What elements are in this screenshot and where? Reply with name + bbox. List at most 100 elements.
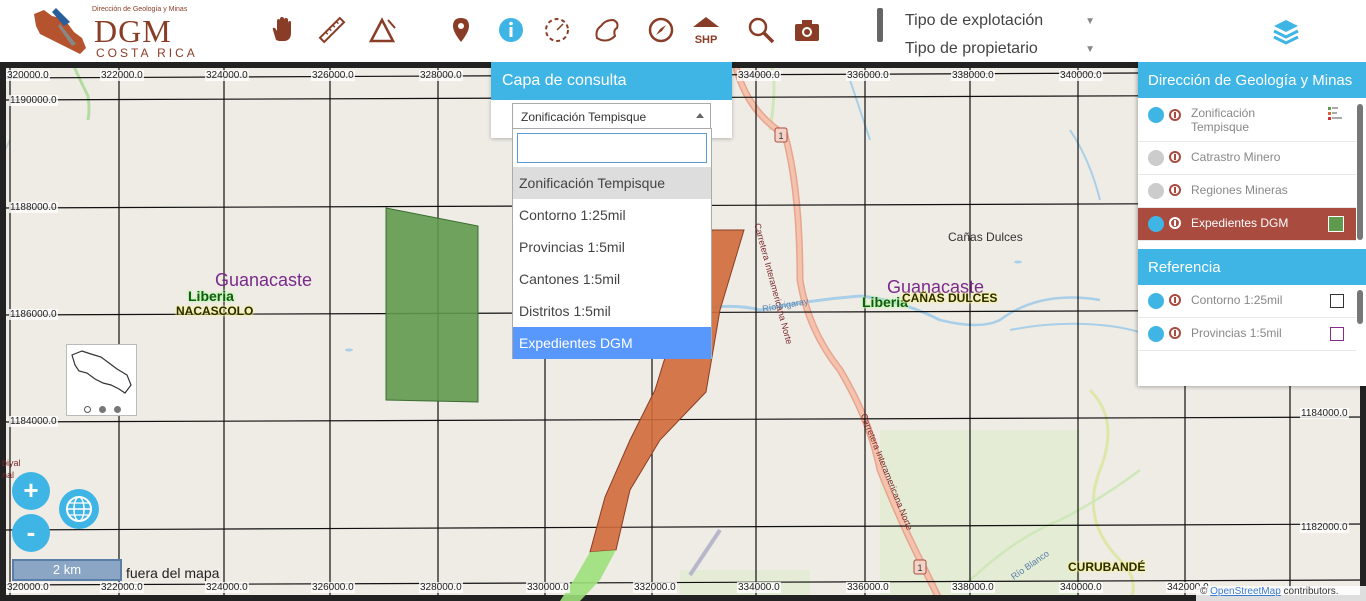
x-coord-bottom-label: 336000.0 xyxy=(846,582,890,593)
info-button[interactable] xyxy=(495,13,527,47)
layer-panel-scrollbar[interactable] xyxy=(1357,104,1363,240)
pan-hand-button[interactable] xyxy=(265,13,297,47)
layer-name: Zonificación Tempisque xyxy=(1191,106,1256,134)
screenshot-button[interactable] xyxy=(791,13,823,47)
visibility-toggle[interactable] xyxy=(1148,150,1164,166)
overview-page-dot[interactable] xyxy=(84,406,91,413)
place-label-liberia: Liberia xyxy=(188,288,234,304)
x-coord-label: 326000.0 xyxy=(311,70,355,81)
overview-page-dot[interactable] xyxy=(99,406,106,413)
place-label-curubande: CURUBANDÉ xyxy=(1068,560,1146,574)
locate-point-button[interactable] xyxy=(445,13,477,47)
layer-row-regiones[interactable]: Regiones Mineras xyxy=(1138,175,1356,208)
draw-circle-button[interactable] xyxy=(541,13,573,47)
x-coord-bottom-label: 330000.0 xyxy=(526,582,570,593)
y-coord-right-label: 1184000.0 xyxy=(1300,408,1349,419)
logo-small-text: Dirección de Geología y Minas xyxy=(92,6,188,13)
x-coord-label: 338000.0 xyxy=(951,70,995,81)
chevron-down-icon: ▼ xyxy=(1085,16,1095,27)
opacity-icon[interactable] xyxy=(1169,151,1181,163)
capa-consulta-selected: Zonificación Tempisque xyxy=(521,110,647,124)
place-label-canas-dulces: CAÑAS DULCES xyxy=(902,291,998,305)
costa-rica-map-icon xyxy=(34,8,86,54)
layers-toggle-button[interactable] xyxy=(1270,16,1302,48)
dropdown-option[interactable]: Contorno 1:25mil xyxy=(513,199,711,231)
map-pin-icon xyxy=(453,18,469,42)
place-label-canas-dulces-town: Cañas Dulces xyxy=(948,230,1023,244)
tipo-explotacion-select[interactable]: Tipo de explotación ▼ xyxy=(905,12,1097,36)
zoom-in-button[interactable]: + xyxy=(12,472,50,510)
measure-distance-button[interactable] xyxy=(316,13,348,47)
x-coord-bottom-label: 334000.0 xyxy=(737,582,781,593)
referencia-scrollbar[interactable] xyxy=(1357,290,1363,324)
x-coord-label: 322000.0 xyxy=(100,70,144,81)
camera-icon xyxy=(795,20,819,41)
x-coord-bottom-label: 328000.0 xyxy=(419,582,463,593)
x-coord-label: 324000.0 xyxy=(205,70,249,81)
shp-export-button[interactable]: SHP xyxy=(690,13,722,47)
globe-icon xyxy=(66,496,92,522)
overview-page-dot[interactable] xyxy=(114,406,121,413)
hand-icon xyxy=(272,17,291,41)
dgm-logo[interactable]: Dirección de Geología y Minas DGM COSTA … xyxy=(30,4,200,60)
toolbar-divider xyxy=(877,8,883,42)
opacity-icon[interactable] xyxy=(1169,109,1181,121)
opacity-icon[interactable] xyxy=(1169,184,1181,196)
triangle-ruler-icon xyxy=(368,17,396,43)
opacity-icon[interactable] xyxy=(1169,327,1181,339)
y-coord-label: 1190000.0 xyxy=(9,95,58,106)
dropdown-option[interactable]: Zonificación Tempisque xyxy=(513,167,711,199)
ruler-icon xyxy=(318,16,346,44)
legend-swatch xyxy=(1330,327,1344,341)
opacity-icon[interactable] xyxy=(1169,217,1181,229)
visibility-toggle[interactable] xyxy=(1148,183,1164,199)
y-coord-label: 1184000.0 xyxy=(9,416,58,427)
opacity-icon[interactable] xyxy=(1169,294,1181,306)
header-toolbar: Dirección de Geología y Minas DGM COSTA … xyxy=(0,0,1366,62)
layer-panel-title: Dirección de Geología y Minas xyxy=(1138,62,1366,98)
info-icon xyxy=(499,18,523,42)
logo-sub-text: COSTA RICA xyxy=(96,46,198,60)
legend-swatch-icon xyxy=(1328,107,1342,120)
dropdown-option[interactable]: Cantones 1:5mil xyxy=(513,263,711,295)
measure-area-button[interactable] xyxy=(366,13,398,47)
tipo-propietario-label: Tipo de propietario xyxy=(905,40,1038,57)
dashed-circle-icon xyxy=(545,18,569,42)
visibility-toggle[interactable] xyxy=(1148,326,1164,342)
costa-rica-outline-icon xyxy=(71,350,132,394)
openstreetmap-link[interactable]: OpenStreetMap xyxy=(1210,586,1281,597)
overview-map[interactable] xyxy=(66,344,137,416)
tipo-propietario-select[interactable]: Tipo de propietario ▼ xyxy=(905,40,1097,64)
layer-row-contorno[interactable]: Contorno 1:25mil xyxy=(1138,285,1356,318)
dropdown-option[interactable]: Distritos 1:5mil xyxy=(513,295,711,327)
polygon-icon xyxy=(595,18,619,42)
compass-button[interactable] xyxy=(645,13,677,47)
layer-row-zonificacion[interactable]: Zonificación Tempisque xyxy=(1138,102,1356,142)
y-coord-label: 1186000.0 xyxy=(9,309,58,320)
dropdown-option-highlighted[interactable]: Expedientes DGM xyxy=(513,327,711,359)
x-coord-bottom-label: 326000.0 xyxy=(311,582,355,593)
capa-consulta-select[interactable]: Zonificación Tempisque xyxy=(512,103,711,129)
capa-consulta-title: Capa de consulta xyxy=(491,62,732,100)
visibility-toggle[interactable] xyxy=(1148,216,1164,232)
x-coord-label: 334000.0 xyxy=(737,70,781,81)
place-label-partial: biyal xyxy=(2,458,21,468)
layer-row-provincias[interactable]: Provincias 1:5mil xyxy=(1138,318,1356,351)
zoom-out-button[interactable]: - xyxy=(12,514,50,552)
draw-polygon-button[interactable] xyxy=(591,13,623,47)
layer-name: Regiones Mineras xyxy=(1191,183,1288,197)
route-shield-label: 1 xyxy=(778,131,783,141)
x-coord-bottom-label: 320000.0 xyxy=(6,582,50,593)
dropdown-option[interactable]: Provincias 1:5mil xyxy=(513,231,711,263)
x-coord-label: 320000.0 xyxy=(6,70,50,81)
shp-label: SHP xyxy=(695,34,718,46)
visibility-toggle[interactable] xyxy=(1148,107,1164,123)
globe-button[interactable] xyxy=(59,489,99,529)
attribution-suffix: contributors. xyxy=(1283,586,1339,597)
layer-row-expedientes[interactable]: Expedientes DGM xyxy=(1138,208,1356,241)
referencia-title: Referencia xyxy=(1138,249,1366,285)
search-button[interactable] xyxy=(745,13,777,47)
dropdown-search-input[interactable] xyxy=(517,133,707,163)
layer-row-catastro[interactable]: Catrastro Minero xyxy=(1138,142,1356,175)
visibility-toggle[interactable] xyxy=(1148,293,1164,309)
